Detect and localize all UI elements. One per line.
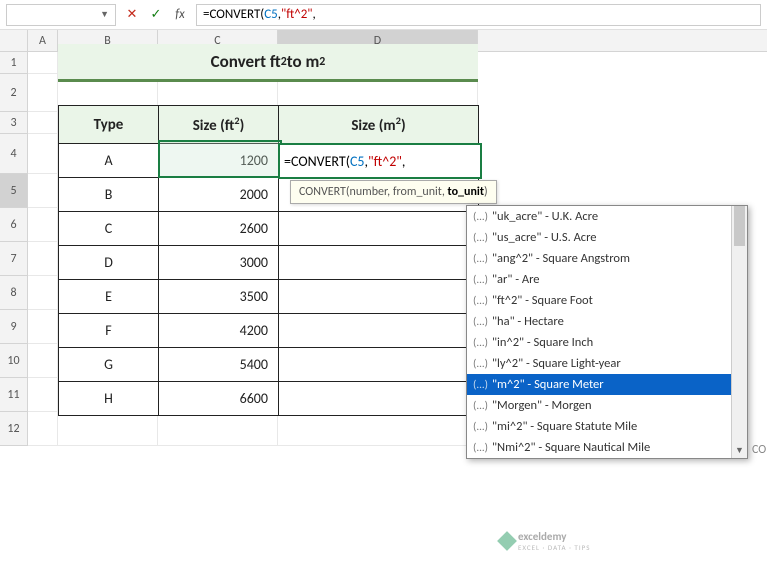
table-row: E3500 bbox=[59, 280, 479, 314]
header-type[interactable]: Type bbox=[59, 106, 159, 144]
enum-icon: (...) bbox=[473, 273, 488, 286]
table-row: C2600 bbox=[59, 212, 479, 246]
enum-icon: (...) bbox=[473, 294, 488, 307]
autocomplete-option[interactable]: (...)"ly^2" - Square Light-year bbox=[467, 353, 747, 374]
row-header-11[interactable]: 11 bbox=[0, 378, 28, 412]
enum-icon: (...) bbox=[473, 252, 488, 265]
row-header-4[interactable]: 4 bbox=[0, 134, 28, 174]
enter-button[interactable]: ✓ bbox=[146, 5, 166, 25]
enum-icon: (...) bbox=[473, 441, 488, 454]
autocomplete-option[interactable]: (...)"ft^2" - Square Foot bbox=[467, 290, 747, 311]
dropdown-scrollbar[interactable]: ▲ ▼ bbox=[731, 206, 747, 458]
autocomplete-option[interactable]: (...)"ar" - Are bbox=[467, 269, 747, 290]
row-header-1[interactable]: 1 bbox=[0, 52, 28, 74]
watermark: exceldemy EXCEL · DATA · TIPS bbox=[500, 530, 590, 552]
enum-icon: (...) bbox=[473, 336, 488, 349]
row-header-6[interactable]: 6 bbox=[0, 208, 28, 242]
enum-icon: (...) bbox=[473, 420, 488, 433]
enum-icon: (...) bbox=[473, 357, 488, 370]
autocomplete-option[interactable]: (...)"in^2" - Square Inch bbox=[467, 332, 747, 353]
enum-icon: (...) bbox=[473, 378, 488, 391]
autocomplete-dropdown: (...)"uk_acre" - U.K. Acre(...)"us_acre"… bbox=[466, 205, 748, 459]
name-box[interactable]: ▼ bbox=[6, 4, 116, 26]
formula-input[interactable]: =CONVERT(C5,"ft^2", bbox=[196, 4, 761, 26]
select-all-corner[interactable] bbox=[0, 30, 28, 51]
autocomplete-option[interactable]: (...)"ang^2" - Square Angstrom bbox=[467, 248, 747, 269]
exceldemy-logo-icon bbox=[497, 531, 517, 551]
autocomplete-option[interactable]: (...)"us_acre" - U.S. Acre bbox=[467, 227, 747, 248]
autocomplete-option[interactable]: (...)"uk_acre" - U.K. Acre bbox=[467, 206, 747, 227]
formula-bar-buttons: ✕ ✓ fx bbox=[122, 5, 190, 25]
table-row: H6600 bbox=[59, 382, 479, 416]
row-header-7[interactable]: 7 bbox=[0, 242, 28, 276]
col-header-A[interactable]: A bbox=[28, 30, 58, 51]
cell-editor[interactable]: =CONVERT(C5,"ft^2", bbox=[278, 143, 482, 179]
function-tooltip: CONVERT(number, from_unit, to_unit) bbox=[290, 180, 497, 204]
scroll-down-icon[interactable]: ▼ bbox=[732, 442, 747, 458]
autocomplete-option[interactable]: (...)"Morgen" - Morgen bbox=[467, 395, 747, 416]
autocomplete-option[interactable]: (...)"mi^2" - Square Statute Mile bbox=[467, 416, 747, 437]
overflow-hint: CO bbox=[752, 443, 766, 457]
enum-icon: (...) bbox=[473, 210, 488, 223]
enum-icon: (...) bbox=[473, 315, 488, 328]
row-header-5[interactable]: 5 bbox=[0, 174, 28, 208]
scroll-thumb[interactable] bbox=[734, 206, 745, 246]
autocomplete-option[interactable]: (...)"Nmi^2" - Square Nautical Mile bbox=[467, 437, 747, 458]
autocomplete-option[interactable]: (...)"m^2" - Square Meter bbox=[467, 374, 747, 395]
table-row: F4200 bbox=[59, 314, 479, 348]
cancel-button[interactable]: ✕ bbox=[122, 5, 142, 25]
enum-icon: (...) bbox=[473, 399, 488, 412]
autocomplete-option[interactable]: (...)"ha" - Hectare bbox=[467, 311, 747, 332]
header-size-m[interactable]: Size (m2) bbox=[279, 106, 479, 144]
row-header-9[interactable]: 9 bbox=[0, 310, 28, 344]
insert-function-button[interactable]: fx bbox=[170, 5, 190, 25]
chevron-down-icon[interactable]: ▼ bbox=[100, 9, 109, 20]
row-header-3[interactable]: 3 bbox=[0, 112, 28, 134]
enum-icon: (...) bbox=[473, 231, 488, 244]
formula-bar: ▼ ✕ ✓ fx =CONVERT(C5,"ft^2", bbox=[0, 0, 767, 30]
row-header-10[interactable]: 10 bbox=[0, 344, 28, 378]
sheet-title: Convert ft2 to m2 bbox=[58, 44, 478, 82]
row-header-8[interactable]: 8 bbox=[0, 276, 28, 310]
table-row: G5400 bbox=[59, 348, 479, 382]
table-row: D3000 bbox=[59, 246, 479, 280]
row-header-12[interactable]: 12 bbox=[0, 412, 28, 446]
row-header-2[interactable]: 2 bbox=[0, 74, 28, 112]
header-size-ft[interactable]: Size (ft2) bbox=[159, 106, 279, 144]
